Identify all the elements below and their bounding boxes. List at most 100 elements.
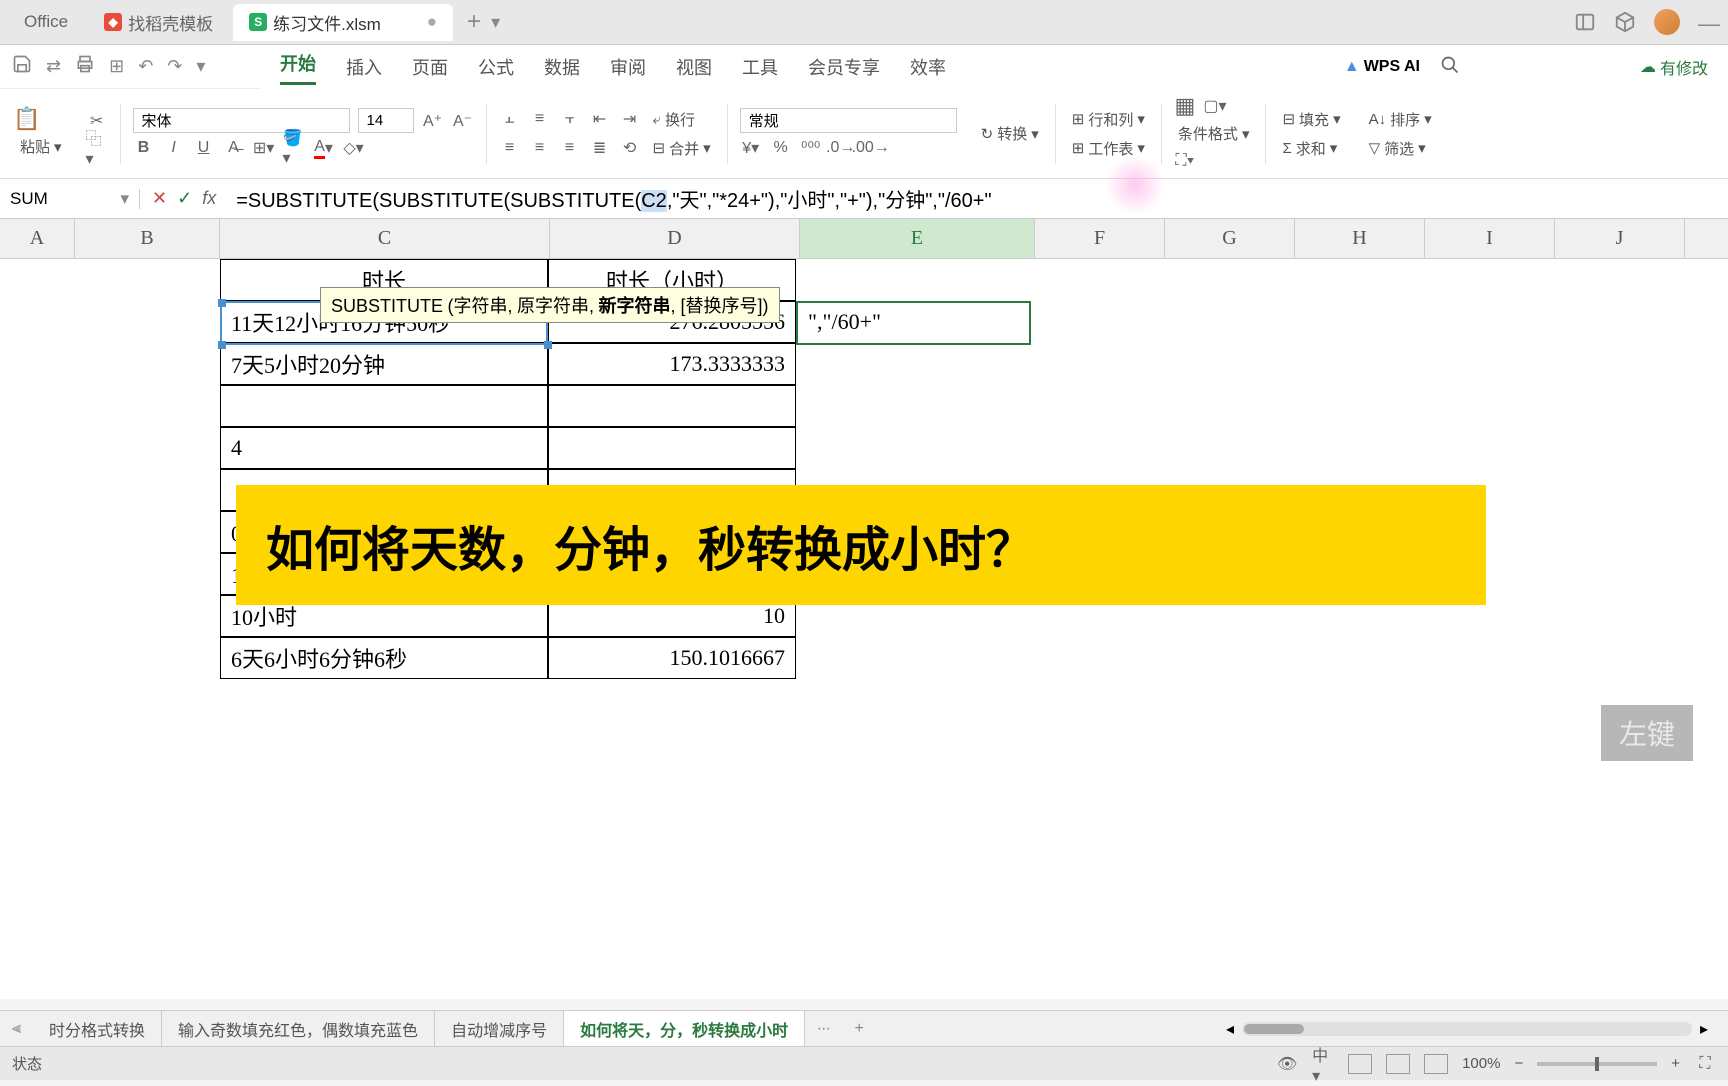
condfmt-button[interactable]: 条件格式▾ bbox=[1174, 121, 1254, 146]
convert-button[interactable]: ↻转换▾ bbox=[977, 121, 1043, 146]
search-icon[interactable] bbox=[1440, 55, 1460, 80]
paste-button[interactable]: 粘贴▾ bbox=[16, 134, 66, 159]
print-icon[interactable] bbox=[75, 54, 95, 79]
cell-C5[interactable]: 4 bbox=[220, 427, 548, 469]
cell-D3[interactable]: 173.3333333 bbox=[548, 343, 796, 385]
align-center-icon[interactable]: ≡ bbox=[529, 137, 551, 159]
zoom-slider[interactable] bbox=[1537, 1062, 1657, 1066]
col-header-I[interactable]: I bbox=[1425, 219, 1555, 258]
align-bottom-icon[interactable]: ⫟ bbox=[559, 108, 581, 130]
border-icon[interactable]: ⊞▾ bbox=[253, 137, 275, 159]
sheet-tab-2[interactable]: 输入奇数填充红色，偶数填充蓝色 bbox=[162, 1011, 435, 1047]
sheet-tab-3[interactable]: 自动增减序号 bbox=[435, 1011, 564, 1047]
col-header-J[interactable]: J bbox=[1555, 219, 1685, 258]
increase-font-icon[interactable]: A⁺ bbox=[422, 110, 444, 132]
hscroll-thumb[interactable] bbox=[1244, 1024, 1304, 1034]
menu-insert[interactable]: 插入 bbox=[346, 54, 382, 80]
justify-icon[interactable]: ≣ bbox=[589, 137, 611, 159]
menu-tools[interactable]: 工具 bbox=[742, 54, 778, 80]
menu-data[interactable]: 数据 bbox=[544, 54, 580, 80]
sheet-tab-1[interactable]: 时分格式转换 bbox=[33, 1011, 162, 1047]
comma-icon[interactable]: ⁰⁰⁰ bbox=[800, 137, 822, 159]
tab-office[interactable]: Office bbox=[8, 6, 84, 38]
decrease-decimal-icon[interactable]: .00→ bbox=[860, 137, 882, 159]
col-header-E[interactable]: E bbox=[800, 219, 1035, 258]
increase-decimal-icon[interactable]: .0→ bbox=[830, 137, 852, 159]
sum-button[interactable]: Σ求和▾ bbox=[1278, 136, 1344, 161]
filter-button[interactable]: ▽筛选▾ bbox=[1365, 136, 1436, 161]
cell-D4[interactable] bbox=[548, 385, 796, 427]
save-icon[interactable] bbox=[12, 54, 32, 79]
preview-icon[interactable]: ⊞ bbox=[109, 56, 124, 77]
tab-add-button[interactable]: + bbox=[467, 8, 481, 36]
user-avatar[interactable] bbox=[1654, 9, 1680, 35]
zoom-out[interactable]: − bbox=[1514, 1055, 1523, 1072]
col-header-D[interactable]: D bbox=[550, 219, 800, 258]
menu-review[interactable]: 审阅 bbox=[610, 54, 646, 80]
bold-icon[interactable]: B bbox=[133, 137, 155, 159]
copy-icon[interactable]: ⿻▾ bbox=[86, 136, 108, 158]
col-header-F[interactable]: F bbox=[1035, 219, 1165, 258]
name-box[interactable]: SUM▾ bbox=[0, 189, 140, 209]
wrap-button[interactable]: ⤶换行 bbox=[649, 107, 699, 132]
col-header-B[interactable]: B bbox=[75, 219, 220, 258]
number-format-select[interactable] bbox=[740, 108, 957, 133]
align-left-icon[interactable]: ≡ bbox=[499, 137, 521, 159]
modified-indicator[interactable]: ☁ 有修改 bbox=[1640, 55, 1708, 79]
chinese-icon[interactable]: 中▾ bbox=[1312, 1053, 1334, 1075]
formula-input[interactable]: =SUBSTITUTE(SUBSTITUTE(SUBSTITUTE(C2,"天"… bbox=[228, 184, 1728, 213]
sheet-tab-4[interactable]: 如何将天，分，秒转换成小时 bbox=[564, 1011, 805, 1047]
eye-icon[interactable]: 👁 bbox=[1276, 1053, 1298, 1075]
cell-C3[interactable]: 7天5小时20分钟 bbox=[220, 343, 548, 385]
fill-color-icon[interactable]: 🪣▾ bbox=[283, 137, 305, 159]
tab-template[interactable]: ◆ 找稻壳模板 bbox=[88, 4, 229, 41]
decrease-indent-icon[interactable]: ⇤ bbox=[589, 108, 611, 130]
page-view-icon[interactable] bbox=[1386, 1054, 1410, 1074]
sheet-nav-prev[interactable]: ⫷ bbox=[0, 1020, 33, 1038]
panel-icon[interactable] bbox=[1574, 11, 1596, 33]
accept-formula-icon[interactable]: ✓ bbox=[177, 188, 192, 209]
cell-C10[interactable]: 6天6小时6分钟6秒 bbox=[220, 637, 548, 679]
italic-icon[interactable]: I bbox=[163, 137, 185, 159]
strikethrough-icon[interactable]: A̶ bbox=[223, 137, 245, 159]
align-top-icon[interactable]: ⫠ bbox=[499, 108, 521, 130]
zoom-in[interactable]: + bbox=[1671, 1055, 1680, 1072]
tab-menu-button[interactable]: ▾ bbox=[491, 12, 500, 33]
fullscreen-icon[interactable]: ⛶ bbox=[1694, 1053, 1716, 1075]
currency-icon[interactable]: ¥▾ bbox=[740, 137, 762, 159]
menu-member[interactable]: 会员专享 bbox=[808, 54, 880, 80]
cancel-formula-icon[interactable]: ✕ bbox=[152, 188, 167, 209]
hscroll-left[interactable]: ◂ bbox=[1226, 1019, 1234, 1039]
rowcol-button[interactable]: ⊞行和列▾ bbox=[1068, 107, 1149, 132]
sheet-button[interactable]: ⊞工作表▾ bbox=[1068, 136, 1149, 161]
tab-current-file[interactable]: S 练习文件.xlsm ● bbox=[233, 4, 453, 41]
cube-icon[interactable] bbox=[1614, 11, 1636, 33]
sheet-add[interactable]: + bbox=[842, 1020, 875, 1038]
sheet-more[interactable]: ∙∙∙ bbox=[805, 1020, 842, 1038]
orientation-icon[interactable]: ⟲ bbox=[619, 137, 641, 159]
percent-icon[interactable]: % bbox=[770, 137, 792, 159]
spreadsheet-grid[interactable]: 时长时长（小时） 11天12小时16分钟50秒276.2805556 7天5小时… bbox=[0, 259, 1728, 999]
qat-dropdown-icon[interactable]: ▾ bbox=[196, 56, 205, 77]
align-middle-icon[interactable]: ≡ bbox=[529, 108, 551, 130]
fill-button[interactable]: ⊟填充▾ bbox=[1278, 107, 1344, 132]
active-cell-E2[interactable]: ","/60+" bbox=[796, 301, 1031, 345]
underline-icon[interactable]: U bbox=[193, 137, 215, 159]
table-format-icon[interactable]: ▦ bbox=[1174, 95, 1196, 117]
menu-formula[interactable]: 公式 bbox=[478, 54, 514, 80]
pagebreak-view-icon[interactable] bbox=[1424, 1054, 1448, 1074]
col-header-G[interactable]: G bbox=[1165, 219, 1295, 258]
decrease-font-icon[interactable]: A⁻ bbox=[452, 110, 474, 132]
wps-ai-button[interactable]: ▲WPS AI bbox=[1344, 58, 1420, 76]
zoom-level[interactable]: 100% bbox=[1462, 1055, 1500, 1072]
menu-view[interactable]: 视图 bbox=[676, 54, 712, 80]
hscroll-track[interactable] bbox=[1242, 1022, 1692, 1036]
normal-view-icon[interactable] bbox=[1348, 1054, 1372, 1074]
col-header-A[interactable]: A bbox=[0, 219, 75, 258]
sort-button[interactable]: A↓排序▾ bbox=[1365, 107, 1436, 132]
crop-icon[interactable]: ⛶▾ bbox=[1174, 150, 1196, 172]
menu-start[interactable]: 开始 bbox=[280, 50, 316, 85]
undo-icon[interactable]: ↶ bbox=[138, 56, 153, 77]
paste-icon[interactable]: 📋 bbox=[16, 108, 38, 130]
hscroll-right[interactable]: ▸ bbox=[1700, 1019, 1708, 1039]
